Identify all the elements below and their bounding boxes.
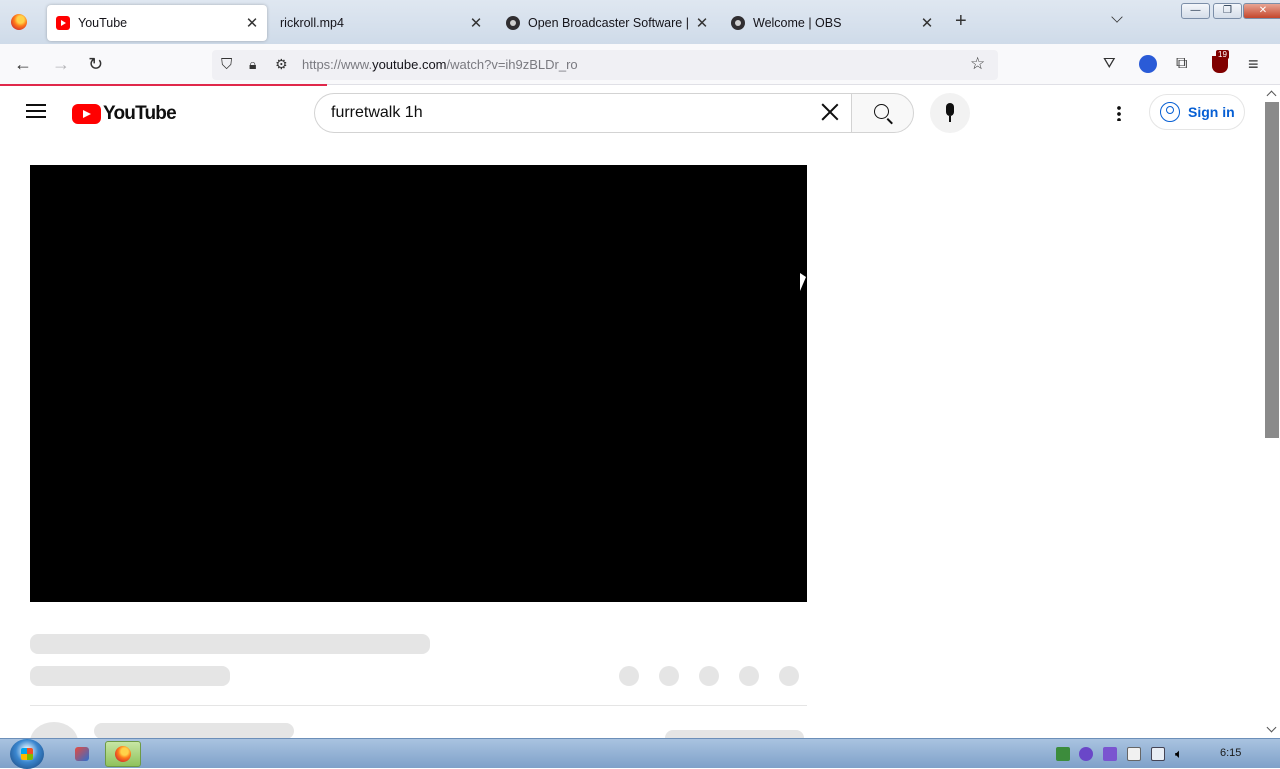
tray-clock[interactable]: 6:15 (1220, 747, 1241, 759)
youtube-logo-text: YouTube (103, 103, 177, 124)
taskbar-firefox-button[interactable] (105, 741, 141, 767)
youtube-logo[interactable]: YouTube (72, 103, 177, 125)
clear-search-icon[interactable] (821, 103, 839, 121)
list-all-tabs-chevron-icon[interactable] (1111, 11, 1123, 23)
account-extension-icon[interactable] (1139, 55, 1157, 73)
browser-tab-strip: YouTube ✕ rickroll.mp4 ✕ Open Broadcaste… (0, 0, 1280, 44)
tab-rickroll[interactable]: rickroll.mp4 ✕ (271, 5, 491, 41)
search-input[interactable]: furretwalk 1h (331, 104, 423, 122)
close-tab-icon[interactable]: ✕ (467, 14, 485, 32)
page-scrollbar[interactable] (1264, 86, 1280, 738)
pocket-icon[interactable]: ⛛ (1103, 54, 1116, 74)
scroll-down-arrow-icon[interactable] (1266, 722, 1277, 733)
youtube-play-logo-icon (72, 104, 101, 124)
network-tray-icon[interactable] (1056, 747, 1070, 761)
scroll-up-arrow-icon[interactable] (1266, 90, 1277, 101)
start-button[interactable] (10, 739, 44, 769)
navigation-toolbar: ← → ↻ ⛉ 🔒︎ ⚙︎ https://www.youtube.com/wa… (0, 44, 1280, 85)
action-placeholder (779, 666, 799, 686)
volume-icon[interactable]: 🔈︎ (1175, 747, 1189, 761)
close-tab-icon[interactable]: ✕ (693, 14, 711, 32)
site-permissions-icon[interactable]: ⚙︎ (275, 54, 288, 74)
search-button[interactable] (851, 93, 914, 133)
display-tray-icon[interactable] (1151, 747, 1165, 761)
lock-icon[interactable]: 🔒︎ (249, 54, 256, 74)
reload-icon[interactable]: ↻ (88, 54, 103, 74)
microphone-tray-icon[interactable] (1079, 747, 1093, 761)
sign-in-button[interactable]: Sign in (1149, 94, 1245, 130)
bookmark-star-icon[interactable]: ☆ (970, 54, 985, 74)
voice-search-button[interactable] (930, 93, 970, 133)
taskbar-app-icon[interactable] (68, 741, 96, 767)
tab-welcome-obs[interactable]: Welcome | OBS ✕ (722, 5, 942, 41)
ublock-badge-count: 19 (1216, 50, 1229, 59)
channel-placeholder (30, 666, 230, 686)
new-tab-button[interactable]: + (955, 10, 967, 33)
close-tab-icon[interactable]: ✕ (918, 14, 936, 32)
back-arrow-icon[interactable]: ← (14, 54, 32, 74)
avatar-placeholder (30, 722, 78, 738)
youtube-watch-page: YouTube furretwalk 1h Sign in (0, 86, 1264, 738)
windows-taskbar: 🔈︎ 6:15 (0, 738, 1280, 769)
firefox-menu-icon[interactable] (11, 14, 27, 30)
microphone-icon (946, 103, 954, 116)
extensions-puzzle-icon[interactable]: ⧉ (1176, 54, 1187, 74)
tab-youtube[interactable]: YouTube ✕ (47, 5, 267, 41)
search-icon (874, 104, 889, 119)
account-circle-icon (1160, 102, 1180, 122)
mouse-cursor-icon (800, 273, 806, 291)
close-window-button[interactable]: ✕ (1243, 3, 1280, 19)
video-player[interactable] (30, 165, 807, 602)
action-placeholder (739, 666, 759, 686)
subscribe-placeholder (665, 730, 804, 738)
url-text[interactable]: https://www.youtube.com/watch?v=ih9zBLDr… (302, 57, 578, 72)
tab-obs-software[interactable]: Open Broadcaster Software | OBS ✕ (497, 5, 717, 41)
app-menu-hamburger-icon[interactable]: ≡ (1248, 54, 1259, 74)
obs-favicon-icon (506, 16, 520, 30)
channel-name-placeholder (94, 723, 294, 738)
obs-favicon-icon (731, 16, 745, 30)
title-placeholder (30, 634, 430, 654)
tab-label: YouTube (78, 16, 128, 30)
forward-arrow-icon[interactable]: → (52, 54, 70, 74)
firefox-icon (115, 746, 131, 762)
pinned-app-icon (75, 747, 89, 761)
tab-label: rickroll.mp4 (280, 16, 344, 30)
tracking-protection-shield-icon[interactable]: ⛉ (221, 55, 232, 75)
guide-menu-icon[interactable] (26, 104, 46, 118)
search-input-container[interactable]: furretwalk 1h (314, 93, 851, 133)
tab-label: Welcome | OBS (753, 16, 842, 30)
tab-label: Open Broadcaster Software | OBS (528, 16, 693, 30)
minimize-window-button[interactable]: — (1181, 3, 1210, 19)
document-tray-icon[interactable] (1127, 747, 1141, 761)
action-placeholder (659, 666, 679, 686)
microphone-stand (949, 116, 951, 122)
sign-in-label: Sign in (1188, 104, 1235, 120)
metadata-divider (30, 705, 807, 706)
youtube-favicon-icon (56, 16, 70, 30)
action-placeholder (699, 666, 719, 686)
action-placeholder (619, 666, 639, 686)
scrollbar-thumb[interactable] (1265, 102, 1279, 438)
restore-window-button[interactable]: ❐ (1213, 3, 1242, 19)
app-tray-icon[interactable] (1103, 747, 1117, 761)
close-tab-icon[interactable]: ✕ (243, 14, 261, 32)
address-bar[interactable]: ⛉ 🔒︎ ⚙︎ https://www.youtube.com/watch?v=… (212, 50, 998, 80)
settings-more-icon[interactable] (1117, 105, 1121, 121)
